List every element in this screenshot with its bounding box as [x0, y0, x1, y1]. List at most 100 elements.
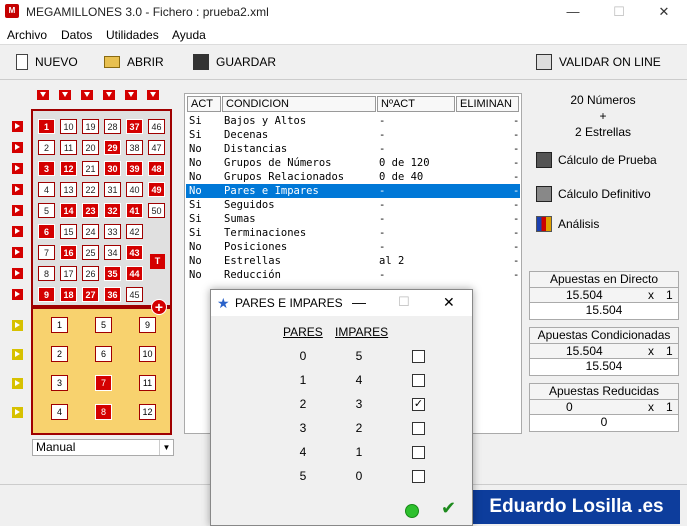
col-header-eliminan[interactable]: ELIMINAN — [456, 96, 519, 112]
row-checkbox[interactable]: ✓ — [412, 398, 425, 411]
menu-utilidades[interactable]: Utilidades — [106, 28, 159, 42]
number-cell[interactable]: 25 — [82, 245, 99, 260]
mode-select[interactable]: Manual ▼ — [32, 439, 174, 456]
number-cell[interactable]: 48 — [148, 161, 165, 176]
row-checkbox[interactable] — [412, 422, 425, 435]
number-cell[interactable]: 45 — [126, 287, 143, 302]
column-selector-icon[interactable] — [125, 90, 137, 100]
accept-check-icon[interactable]: ✔ — [441, 498, 456, 519]
table-row[interactable]: No Posiciones - - — [186, 240, 520, 254]
row-selector-icon[interactable] — [12, 268, 23, 279]
guardar-button[interactable]: GUARDAR — [193, 53, 276, 71]
number-cell[interactable]: 8 — [38, 266, 55, 281]
number-cell[interactable]: 1 — [38, 119, 55, 134]
star-row-selector-icon[interactable] — [12, 349, 23, 360]
number-cell[interactable]: 32 — [104, 203, 121, 218]
star-cell[interactable]: 9 — [139, 317, 156, 333]
star-cell[interactable]: 3 — [51, 375, 68, 391]
abrir-button[interactable]: ABRIR — [104, 53, 164, 71]
star-cell[interactable]: 6 — [95, 346, 112, 362]
row-checkbox[interactable] — [412, 374, 425, 387]
number-cell[interactable]: 33 — [104, 224, 121, 239]
table-row[interactable]: Si Bajos y Altos - - — [186, 114, 520, 128]
column-selector-icon[interactable] — [147, 90, 159, 100]
table-row[interactable]: No Reducción - - — [186, 268, 520, 282]
star-cell[interactable]: 8 — [95, 404, 112, 420]
dialog-maximize-button[interactable]: ☐ — [398, 294, 410, 310]
number-cell[interactable]: 31 — [104, 182, 121, 197]
number-cell[interactable]: 9 — [38, 287, 55, 302]
star-row-selector-icon[interactable] — [12, 407, 23, 418]
number-cell[interactable]: 14 — [60, 203, 77, 218]
number-cell[interactable]: 47 — [148, 140, 165, 155]
number-cell[interactable]: 41 — [126, 203, 143, 218]
number-cell[interactable]: 24 — [82, 224, 99, 239]
table-row[interactable]: Si Decenas - - — [186, 128, 520, 142]
menu-ayuda[interactable]: Ayuda — [172, 28, 206, 42]
dialog-minimize-button[interactable]: — — [352, 294, 366, 310]
add-plus-icon[interactable]: + — [151, 299, 167, 315]
column-selector-icon[interactable] — [59, 90, 71, 100]
column-selector-icon[interactable] — [37, 90, 49, 100]
analisis-button[interactable]: Análisis — [536, 216, 599, 232]
number-cell[interactable]: 28 — [104, 119, 121, 134]
number-cell[interactable]: 35 — [104, 266, 121, 281]
number-cell[interactable]: 13 — [60, 182, 77, 197]
table-row[interactable]: Si Sumas - - — [186, 212, 520, 226]
number-cell[interactable]: 42 — [126, 224, 143, 239]
col-header-nact[interactable]: NºACT — [377, 96, 455, 112]
number-cell[interactable]: 7 — [38, 245, 55, 260]
validar-online-button[interactable]: VALIDAR ON LINE — [536, 53, 661, 71]
number-cell[interactable]: 10 — [60, 119, 77, 134]
number-cell[interactable]: 6 — [38, 224, 55, 239]
t-badge[interactable]: T — [150, 254, 165, 269]
row-selector-icon[interactable] — [12, 163, 23, 174]
minimize-button[interactable]: — — [550, 0, 596, 25]
number-cell[interactable]: 19 — [82, 119, 99, 134]
number-cell[interactable]: 3 — [38, 161, 55, 176]
number-cell[interactable]: 44 — [126, 266, 143, 281]
number-cell[interactable]: 23 — [82, 203, 99, 218]
number-cell[interactable]: 5 — [38, 203, 55, 218]
table-row[interactable]: No Estrellas al 2 - — [186, 254, 520, 268]
col-header-act[interactable]: ACT — [187, 96, 221, 112]
number-cell[interactable]: 20 — [82, 140, 99, 155]
star-row-selector-icon[interactable] — [12, 378, 23, 389]
row-selector-icon[interactable] — [12, 205, 23, 216]
star-cell[interactable]: 4 — [51, 404, 68, 420]
number-cell[interactable]: 38 — [126, 140, 143, 155]
calculo-definitivo-button[interactable]: Cálculo Definitivo — [536, 186, 651, 202]
number-cell[interactable]: 49 — [148, 182, 165, 197]
row-checkbox[interactable] — [412, 446, 425, 459]
number-cell[interactable]: 4 — [38, 182, 55, 197]
number-cell[interactable]: 43 — [126, 245, 143, 260]
brand-banner[interactable]: Eduardo Losilla .es — [473, 490, 680, 524]
column-selector-icon[interactable] — [103, 90, 115, 100]
table-row[interactable]: Si Terminaciones - - — [186, 226, 520, 240]
star-cell[interactable]: 10 — [139, 346, 156, 362]
chevron-down-icon[interactable]: ▼ — [159, 440, 173, 455]
number-cell[interactable]: 39 — [126, 161, 143, 176]
star-cell[interactable]: 7 — [95, 375, 112, 391]
number-cell[interactable]: 40 — [126, 182, 143, 197]
calculo-prueba-button[interactable]: Cálculo de Prueba — [536, 152, 657, 168]
nuevo-button[interactable]: NUEVO — [16, 53, 78, 71]
table-row[interactable]: Si Seguidos - - — [186, 198, 520, 212]
row-checkbox[interactable] — [412, 470, 425, 483]
number-cell[interactable]: 21 — [82, 161, 99, 176]
number-cell[interactable]: 16 — [60, 245, 77, 260]
number-cell[interactable]: 26 — [82, 266, 99, 281]
maximize-button[interactable]: ☐ — [596, 0, 642, 25]
status-circle-icon[interactable] — [405, 504, 419, 518]
dialog-close-button[interactable]: ✕ — [443, 294, 455, 311]
table-row[interactable]: No Pares e Impares - - — [186, 184, 520, 198]
number-cell[interactable]: 27 — [82, 287, 99, 302]
close-button[interactable]: ✕ — [641, 0, 687, 25]
star-row-selector-icon[interactable] — [12, 320, 23, 331]
table-row[interactable]: No Grupos Relacionados 0 de 40 - — [186, 170, 520, 184]
row-selector-icon[interactable] — [12, 142, 23, 153]
menu-datos[interactable]: Datos — [61, 28, 92, 42]
number-cell[interactable]: 11 — [60, 140, 77, 155]
row-selector-icon[interactable] — [12, 247, 23, 258]
row-checkbox[interactable] — [412, 350, 425, 363]
